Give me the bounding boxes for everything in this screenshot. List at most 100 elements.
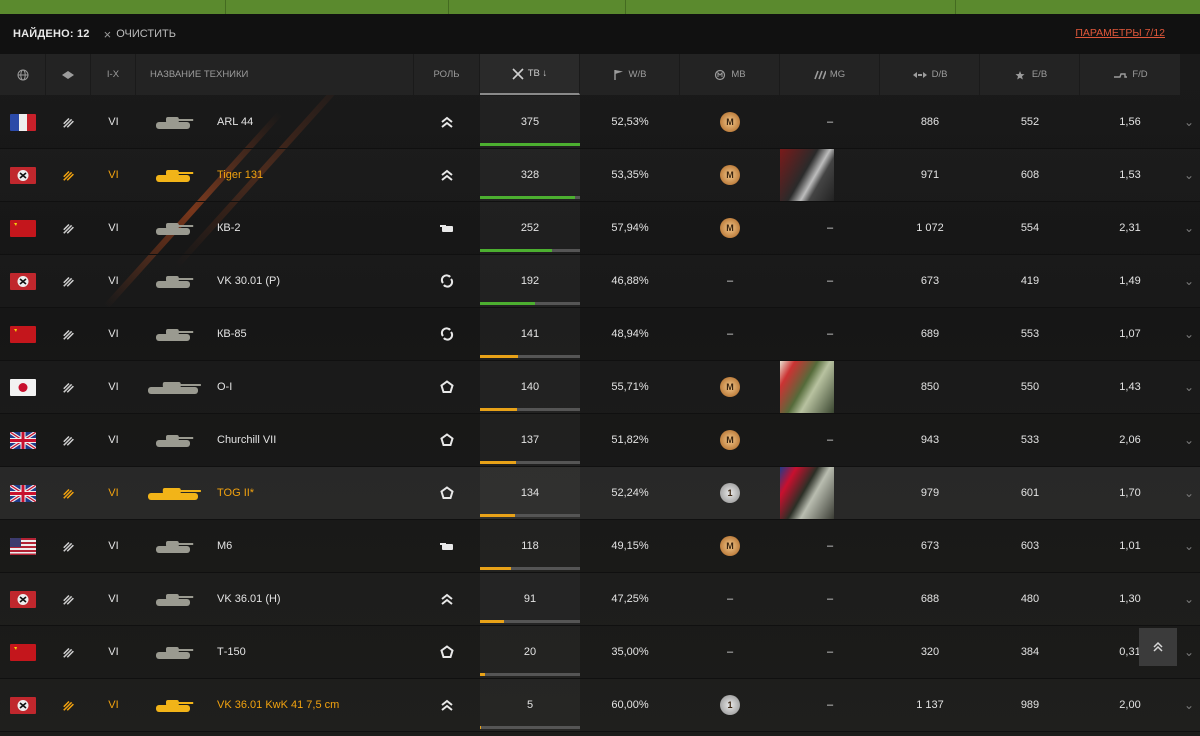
type-cell [46,255,91,307]
tank-image [136,361,211,413]
header-type[interactable] [46,54,91,95]
table-row[interactable]: VI КВ-85 141 48,94% – – 689 553 1,07 ⌄ [0,308,1200,361]
header-wb[interactable]: W/B [580,54,680,95]
tank-image [136,467,211,519]
tb-value: 375 [520,116,540,128]
tb-progress-bar [480,620,580,623]
chevron-down-icon[interactable]: ⌄ [1184,592,1194,606]
header-name[interactable]: НАЗВАНИЕ ТЕХНИКИ [136,54,414,95]
table-row[interactable]: VI КВ-2 252 57,94% M – 1 072 554 2,31 ⌄ [0,202,1200,255]
nation-cell [0,626,46,678]
role-pentagon-icon [414,467,480,519]
heavy-tank-icon [62,539,76,553]
chevron-down-icon[interactable]: ⌄ [1184,645,1194,659]
header-tb[interactable]: ТВ ↓ [480,54,580,95]
chevron-down-icon[interactable]: ⌄ [1184,221,1194,235]
table-row[interactable]: VI VK 36.01 (H) 91 47,25% – – 688 480 1,… [0,573,1200,626]
mg-cell: – [780,573,880,625]
vehicle-name[interactable]: O-I [211,361,414,413]
tier-cell: VI [108,699,119,711]
vehicle-name[interactable]: Tiger 131 [211,149,414,201]
table-row[interactable]: VI VK 30.01 (P) 192 46,88% – – 673 419 1… [0,255,1200,308]
header-mg-label: MG [829,69,846,80]
tb-cell: 134 [480,467,580,519]
vehicle-name[interactable]: Churchill VII [211,414,414,466]
vehicle-name[interactable]: Т-150 [211,626,414,678]
nav-segment[interactable] [0,0,226,14]
parameters-link[interactable]: ПАРАМЕТРЫ 7/12 [1075,27,1165,39]
vehicle-name[interactable]: M6 [211,520,414,572]
table-row[interactable]: VI ARL 44 375 52,53% M – 886 552 1,56 ⌄ [0,96,1200,149]
eb-value: 419 [1020,275,1040,287]
vehicle-name[interactable]: TOG II* [211,467,414,519]
eb-value: 554 [1020,222,1040,234]
tb-value: 91 [523,593,537,605]
wb-value: 46,88% [611,275,649,287]
header-mg[interactable]: MG [780,54,880,95]
chevron-down-icon[interactable]: ⌄ [1184,539,1194,553]
vehicle-name[interactable]: VK 30.01 (P) [211,255,414,307]
chevron-down-icon[interactable]: ⌄ [1184,115,1194,129]
scroll-to-top-button[interactable] [1139,628,1177,666]
fd-value: 1,53 [1119,169,1141,181]
header-nation[interactable] [0,54,46,95]
vehicle-name[interactable]: ARL 44 [211,96,414,148]
table-row[interactable]: VI Т-150 20 35,00% – – 320 384 0,31 ⌄ [0,626,1200,679]
vehicle-name[interactable]: КВ-85 [211,308,414,360]
clear-filters-button[interactable]: × ОЧИСТИТЬ [104,27,176,42]
nav-segment[interactable] [226,0,450,14]
chevron-down-icon[interactable]: ⌄ [1184,433,1194,447]
mastery-badge-icon: M [720,377,740,397]
mastery-badge-icon: 1 [720,483,740,503]
chevron-down-icon[interactable]: ⌄ [1184,698,1194,712]
mg-value: – [826,328,834,340]
chevron-down-icon[interactable]: ⌄ [1184,168,1194,182]
nav-segment[interactable] [626,0,957,14]
header-fd[interactable]: F/D [1080,54,1180,95]
chevron-down-icon[interactable]: ⌄ [1184,380,1194,394]
tier-cell: VI [108,328,119,340]
header-tier[interactable]: I-X [91,54,136,95]
header-role[interactable]: РОЛЬ [414,54,480,95]
tank-image [136,414,211,466]
role-pentagon-icon [414,361,480,413]
db-value: 688 [920,593,940,605]
tb-cell: 118 [480,520,580,572]
table-row[interactable]: VI O-I 140 55,71% M 850 550 1,43 ⌄ [0,361,1200,414]
table-row[interactable]: VI Churchill VII 137 51,82% M – 943 533 … [0,414,1200,467]
table-row[interactable]: VI Tiger 131 328 53,35% M 971 608 1,53 ⌄ [0,149,1200,202]
vehicle-name[interactable]: КВ-2 [211,202,414,254]
tb-value: 140 [520,381,540,393]
table-row[interactable]: VI VK 36.01 KwK 41 7,5 cm 5 60,00% 1 – 1… [0,679,1200,732]
header-eb[interactable]: E/B [980,54,1080,95]
vehicle-name[interactable]: VK 36.01 (H) [211,573,414,625]
chevron-down-icon[interactable]: ⌄ [1184,274,1194,288]
mb-cell: M [680,96,780,148]
mastery-empty: – [726,328,734,340]
mastery-badge-icon: M [720,218,740,238]
mb-cell: M [680,520,780,572]
top-nav-bar [0,0,1200,14]
germany-flag-icon [10,166,36,184]
chevron-down-icon[interactable]: ⌄ [1184,327,1194,341]
tier-cell: VI [108,381,119,393]
crossed-swords-icon [512,67,524,80]
role-chevrons-icon [414,149,480,201]
role-cycle-icon [414,255,480,307]
db-value: 689 [920,328,940,340]
chevron-down-icon[interactable]: ⌄ [1184,486,1194,500]
vehicle-name[interactable]: VK 36.01 KwK 41 7,5 cm [211,679,414,731]
header-db[interactable]: D/B [880,54,980,95]
tb-progress-bar [480,196,580,199]
table-row[interactable]: VI M6 118 49,15% M – 673 603 1,01 ⌄ [0,520,1200,573]
tb-progress-fill [480,620,504,623]
tb-progress-fill [480,355,518,358]
mb-cell: 1 [680,679,780,731]
tb-value: 192 [520,275,540,287]
header-mb[interactable]: MB [680,54,780,95]
tb-progress-fill [480,461,516,464]
nav-segment[interactable] [449,0,626,14]
nav-segment[interactable] [956,0,1200,14]
fd-value: 1,30 [1119,593,1141,605]
table-row[interactable]: VI TOG II* 134 52,24% 1 979 601 1,70 ⌄ [0,467,1200,520]
